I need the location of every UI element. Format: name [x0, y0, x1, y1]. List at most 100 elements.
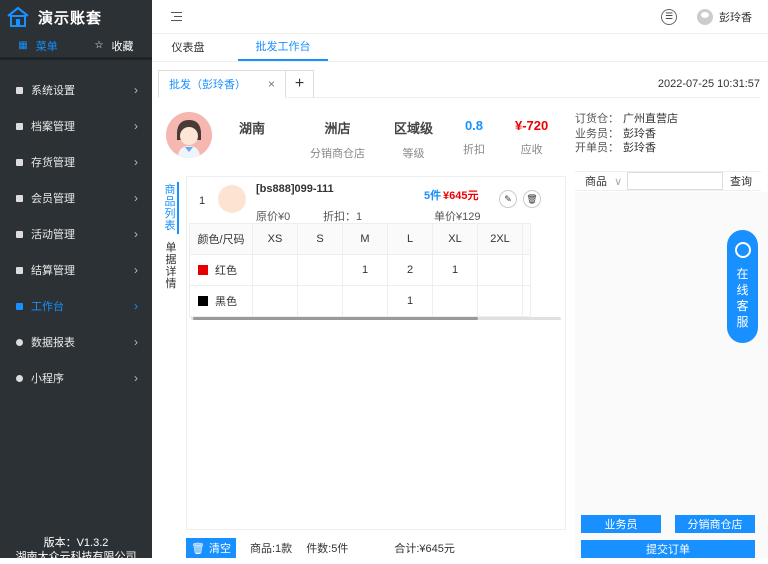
tab-favorites[interactable]: ☆ 收藏 [76, 34, 152, 57]
customer-discount: 0.8 折扣 [463, 118, 485, 156]
house-logo-icon [7, 6, 29, 27]
online-service-button[interactable]: 在线客服 [727, 230, 758, 343]
datetime: 2022-07-25 10:31:57 [657, 77, 760, 90]
product-image [218, 185, 246, 213]
clear-button[interactable]: 🗑 清空 [186, 538, 236, 558]
document-tabs: 批发（彭玲香） × + 2022-07-25 10:31:57 [158, 69, 760, 98]
inventory-icon [16, 158, 23, 166]
grid-icon: ▦ [18, 40, 28, 51]
customer-receivable: ¥-720 应收 [515, 118, 549, 156]
warehouse-value[interactable]: 广州直营店 [623, 113, 678, 125]
nav-menu: 系统设置 › 档案管理 › 存货管理 › 会员管理 › 活动管理 › 结算管理 › 工作台 ›… [0, 72, 152, 396]
customer-avatar[interactable] [166, 112, 212, 158]
product-orig-price: 原价¥0 [256, 211, 291, 223]
chevron-right-icon: › [134, 83, 138, 97]
product-amount: ¥645元 [443, 190, 479, 202]
product-discount: 折扣：1 [323, 211, 363, 223]
customer-store: 洲店 分销商仓店 [310, 121, 365, 160]
qty-cell[interactable] [342, 285, 388, 317]
tab-menu[interactable]: ▦ 菜单 [0, 34, 76, 57]
qty-cell[interactable] [477, 285, 523, 317]
search-input[interactable] [627, 172, 723, 190]
horizontal-scrollbar[interactable] [191, 316, 561, 321]
sidebar-item-members[interactable]: 会员管理 › [0, 180, 152, 216]
add-tab-button[interactable]: + [286, 69, 315, 98]
sidebar-tabs: ▦ 菜单 ☆ 收藏 [0, 34, 152, 60]
sidebar-item-settlement[interactable]: 结算管理 › [0, 252, 152, 288]
tab-product-list[interactable]: 商品列表 [163, 182, 179, 234]
qty-cell[interactable] [432, 285, 478, 317]
edit-icon[interactable]: ✎ [499, 190, 517, 208]
customer-name: 湖南 [239, 121, 266, 136]
black-swatch [198, 296, 208, 306]
submit-order-button[interactable]: 提交订单 [581, 540, 755, 558]
sidebar-item-system-settings[interactable]: 系统设置 › [0, 72, 152, 108]
sidebar-item-workbench[interactable]: 工作台 › [0, 288, 152, 324]
size-table-header: 颜色/尺码 XS S M L XL 2XL [189, 223, 531, 255]
product-panel: 1 [bs888]099-111 原价¥0 折扣：1 5件 ¥645元 单价¥1… [186, 176, 566, 530]
qty-cell[interactable] [252, 254, 298, 286]
store-button[interactable]: 分销商仓店 [675, 515, 755, 533]
top-bar: ☰ 彭玲香 [152, 0, 768, 34]
tab-wholesale-doc[interactable]: 批发（彭玲香） × [158, 69, 287, 98]
table-row: 红色 1 2 1 [189, 254, 531, 286]
tab-dashboard[interactable]: 仪表盘 [152, 33, 224, 61]
qty-cell[interactable] [477, 254, 523, 286]
chevron-right-icon: › [134, 155, 138, 169]
vertical-tabs: 商品列表 单据详情 [163, 182, 183, 292]
miniprogram-icon [16, 374, 23, 382]
scrollbar-thumb[interactable] [193, 317, 478, 320]
chevron-right-icon: › [134, 299, 138, 313]
qty-cell[interactable]: 1 [432, 254, 478, 286]
salesman-button[interactable]: 业务员 [581, 515, 661, 533]
report-icon [16, 338, 23, 346]
qty-cell[interactable] [252, 285, 298, 317]
salesman-value[interactable]: 彭玲香 [623, 128, 656, 140]
sidebar-item-inventory[interactable]: 存货管理 › [0, 144, 152, 180]
user-avatar[interactable] [697, 8, 713, 25]
order-info: 订货仓： 广州直营店 业务员： 彭玲香 开单员： 彭玲香 [575, 113, 678, 154]
qty-cell[interactable] [297, 285, 343, 317]
qty-cell[interactable]: 2 [387, 254, 433, 286]
activity-icon [16, 230, 23, 238]
search-type-select[interactable]: 商品 ∨ [575, 173, 627, 189]
chevron-right-icon: › [134, 227, 138, 241]
product-unit-price: 单价¥129 [434, 211, 481, 223]
menu-icon[interactable]: ☰ [661, 8, 677, 25]
sidebar: 演示账套 ▦ 菜单 ☆ 收藏 系统设置 › 档案管理 › 存货管理 › 会员管理 › 活… [0, 0, 152, 563]
creator-value: 彭玲香 [623, 142, 656, 154]
piece-count: 件数:5件 [306, 543, 349, 555]
product-index: 1 [199, 195, 206, 207]
collapse-menu-icon[interactable] [168, 11, 182, 23]
qty-cell[interactable] [297, 254, 343, 286]
item-count: 商品:1款 [250, 543, 293, 555]
sidebar-item-miniprogram[interactable]: 小程序 › [0, 360, 152, 396]
chat-icon [734, 242, 751, 258]
workbench-icon [16, 302, 23, 310]
chevron-right-icon: › [134, 371, 138, 385]
person-avatar-icon [166, 112, 212, 158]
delete-icon[interactable]: 🗑 [523, 190, 541, 208]
tab-document-details[interactable]: 单据详情 [163, 240, 179, 292]
app-logo: 演示账套 [0, 0, 152, 34]
close-icon[interactable]: × [268, 77, 275, 91]
username[interactable]: 彭玲香 [719, 9, 752, 25]
search-button[interactable]: 查询 [723, 173, 759, 189]
sidebar-item-activities[interactable]: 活动管理 › [0, 216, 152, 252]
qty-cell[interactable]: 1 [342, 254, 388, 286]
member-icon [16, 194, 23, 202]
sidebar-item-reports[interactable]: 数据报表 › [0, 324, 152, 360]
table-row: 黑色 1 [189, 285, 531, 317]
sidebar-item-archives[interactable]: 档案管理 › [0, 108, 152, 144]
size-table: 颜色/尺码 XS S M L XL 2XL 红色 1 2 1 黑色 1 [189, 223, 531, 317]
trash-icon: 🗑 [191, 542, 205, 555]
product-row: 1 [bs888]099-111 原价¥0 折扣：1 5件 ¥645元 单价¥1… [187, 177, 565, 223]
company-label: 湖南大众云科技有限公司 [15, 551, 137, 563]
chevron-right-icon: › [134, 191, 138, 205]
chevron-right-icon: › [134, 335, 138, 349]
qty-cell[interactable]: 1 [387, 285, 433, 317]
tab-wholesale-workbench[interactable]: 批发工作台 [238, 33, 328, 61]
red-swatch [198, 265, 208, 275]
product-qty: 5件 [424, 190, 442, 202]
archive-icon [16, 122, 23, 130]
